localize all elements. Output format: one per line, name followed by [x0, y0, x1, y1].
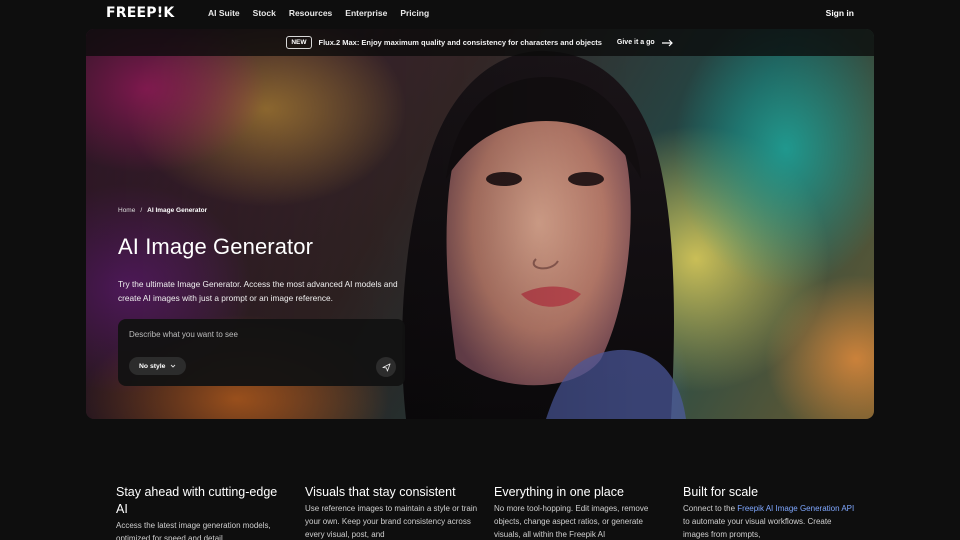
- feature-body: Connect to the Freepik AI Image Generati…: [683, 503, 858, 540]
- style-dropdown-button[interactable]: No style: [129, 357, 187, 375]
- api-link[interactable]: Freepik AI Image Generation API: [737, 504, 854, 513]
- nav-link-pricing[interactable]: Pricing: [400, 8, 429, 18]
- give-it-a-go-link[interactable]: Give it a go: [617, 39, 655, 46]
- breadcrumb: Home / AI Image Generator: [118, 207, 207, 214]
- announcement-bar: NEW Flux.2 Max: Enjoy maximum quality an…: [86, 29, 874, 56]
- feature-body: Access the latest image generation model…: [116, 521, 271, 540]
- page-title: AI Image Generator: [118, 234, 314, 259]
- nav-link-ai-suite[interactable]: AI Suite: [208, 8, 240, 18]
- new-badge: NEW: [286, 36, 312, 49]
- feature-title: Visuals that stay consistent: [305, 485, 456, 499]
- send-icon: [381, 362, 391, 372]
- nav-link-resources[interactable]: Resources: [289, 8, 332, 18]
- sign-in-link[interactable]: Sign in: [826, 8, 854, 18]
- arrow-right-icon[interactable]: [661, 39, 674, 47]
- feature-body: No more tool-hopping. Edit images, remov…: [494, 504, 649, 539]
- top-nav: FREEP!K AI Suite Stock Resources Enterpr…: [0, 0, 960, 26]
- breadcrumb-home[interactable]: Home: [118, 207, 135, 214]
- feature-body-post: to automate your visual workflows. Creat…: [683, 516, 832, 539]
- features-section: Stay ahead with cutting-edge AI Access t…: [116, 484, 876, 540]
- feature-title: Everything in one place: [494, 485, 624, 499]
- breadcrumb-separator: /: [140, 207, 143, 214]
- feature-body: Use reference images to maintain a style…: [305, 504, 478, 539]
- chevron-down-icon: [171, 364, 176, 368]
- nav-links: AI Suite Stock Resources Enterprise Pric…: [208, 8, 429, 18]
- feature-one-place: Everything in one place No more tool-hop…: [494, 484, 683, 540]
- style-dropdown-label: No style: [139, 362, 166, 370]
- feature-cutting-edge: Stay ahead with cutting-edge AI Access t…: [116, 484, 305, 540]
- nav-link-enterprise[interactable]: Enterprise: [345, 8, 387, 18]
- send-button[interactable]: [376, 357, 396, 377]
- prompt-input[interactable]: [129, 330, 389, 339]
- feature-scale: Built for scale Connect to the Freepik A…: [683, 484, 872, 540]
- hero-description: Try the ultimate Image Generator. Access…: [118, 279, 398, 303]
- feature-consistent: Visuals that stay consistent Use referen…: [305, 484, 494, 540]
- announcement-text: Flux.2 Max: Enjoy maximum quality and co…: [318, 38, 602, 47]
- feature-body-pre: Connect to the: [683, 504, 738, 513]
- hero-banner: NEW Flux.2 Max: Enjoy maximum quality an…: [86, 29, 874, 419]
- nav-link-stock[interactable]: Stock: [253, 8, 276, 18]
- breadcrumb-current: AI Image Generator: [147, 207, 208, 214]
- give-it-a-go-label: Give it a go: [616, 39, 655, 46]
- prompt-box: No style: [118, 319, 405, 386]
- freepik-logo[interactable]: FREEP!K: [106, 5, 174, 21]
- feature-title: Built for scale: [683, 485, 759, 499]
- feature-title: Stay ahead with cutting-edge AI: [116, 485, 278, 516]
